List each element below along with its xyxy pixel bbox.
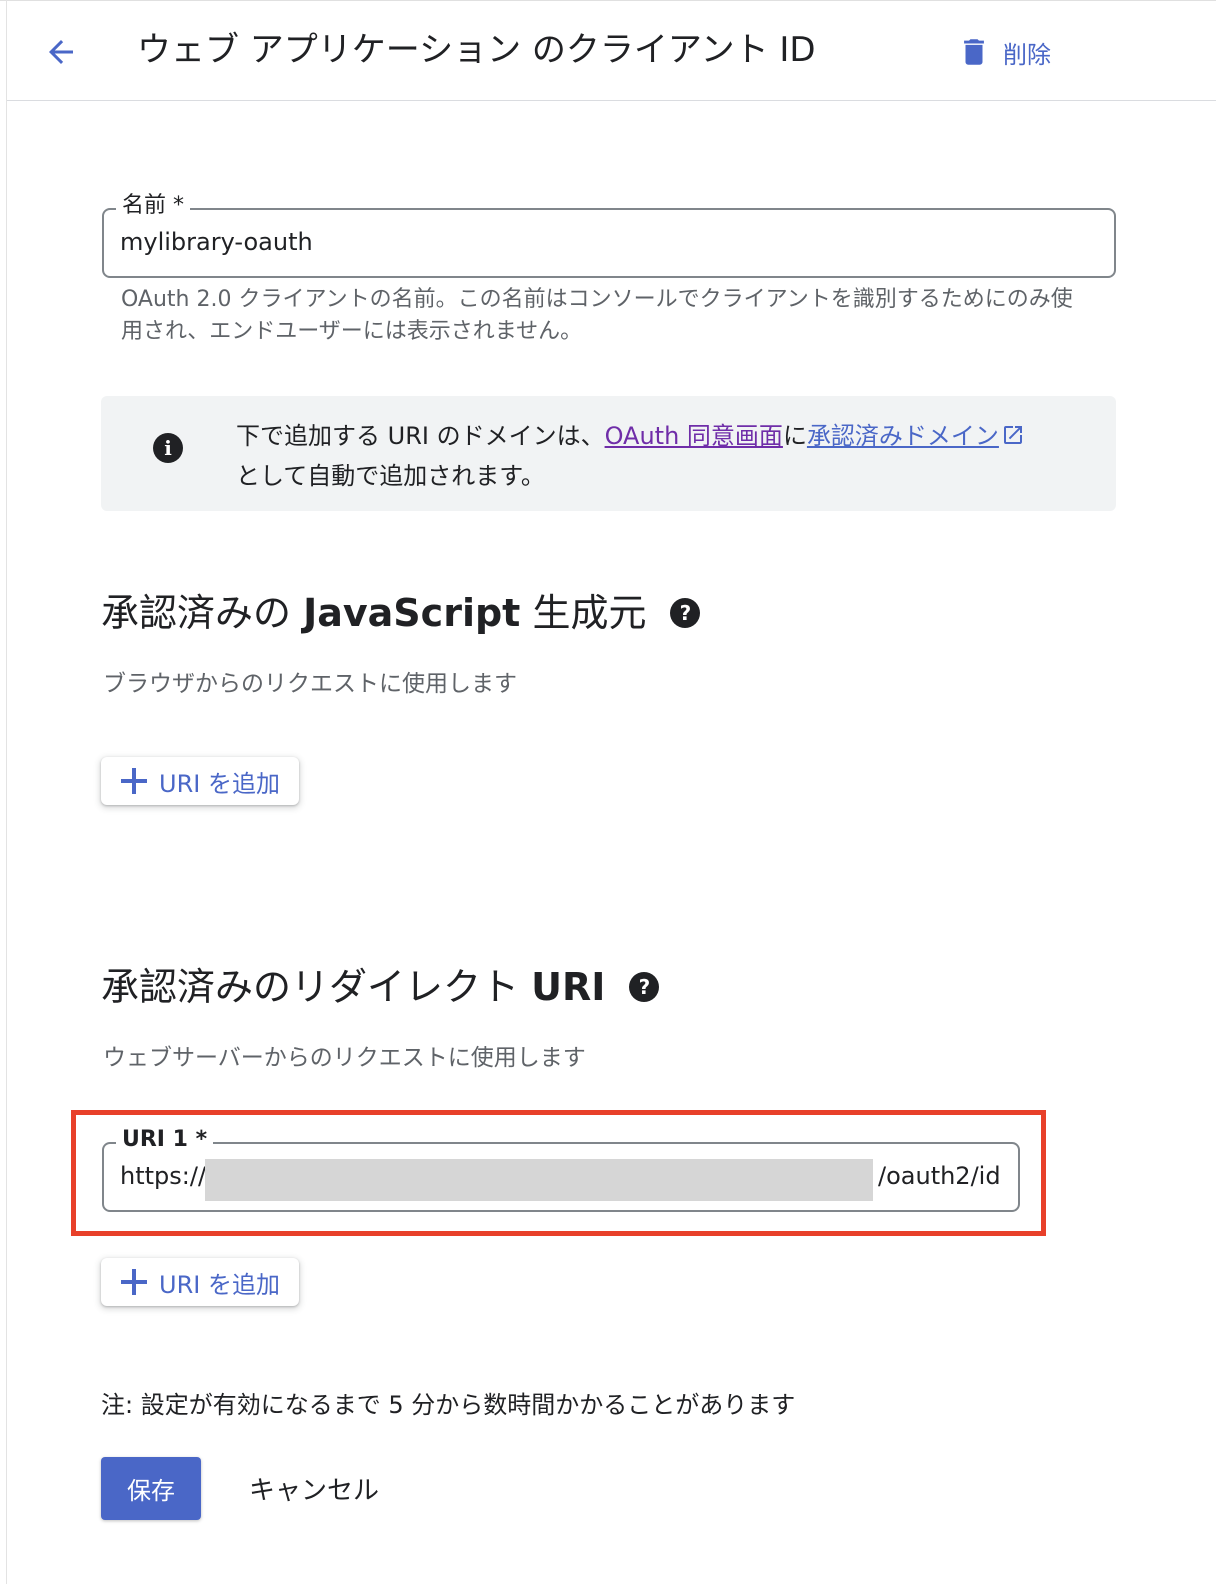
cancel-button[interactable]: キャンセル bbox=[237, 1457, 391, 1520]
js-origins-title-prefix: 承認済みの bbox=[101, 591, 292, 635]
propagation-note: 注: 設定が有効になるまで 5 分から数時間かかることがあります bbox=[101, 1391, 796, 1419]
delete-button[interactable]: 削除 bbox=[957, 30, 1051, 74]
name-field[interactable]: 名前 * mylibrary-oauth bbox=[102, 191, 1116, 278]
delete-label: 削除 bbox=[1003, 40, 1051, 69]
info-text-mid: に bbox=[782, 422, 807, 450]
redirect-uris-subtitle: ウェブサーバーからのリクエストに使用します bbox=[103, 1045, 586, 1071]
oauth-consent-link[interactable]: OAuth 同意画面 bbox=[605, 422, 783, 450]
uri-1-value-end: /oauth2/id bbox=[878, 1162, 1001, 1190]
redirect-uris-title-bold: URI bbox=[531, 965, 606, 1009]
add-js-origin-button[interactable]: URI を追加 bbox=[101, 757, 299, 805]
name-helper-text: OAuth 2.0 クライアントの名前。この名前はコンソールでクライアントを識別… bbox=[121, 287, 1073, 344]
js-origins-title-bold: JavaScript bbox=[303, 591, 521, 635]
info-icon: i bbox=[153, 433, 183, 463]
page-title: ウェブ アプリケーション のクライアント ID bbox=[137, 30, 816, 70]
name-field-label: 名前 * bbox=[116, 191, 190, 221]
save-button[interactable]: 保存 bbox=[101, 1457, 201, 1520]
add-js-origin-label: URI を追加 bbox=[159, 769, 280, 798]
page-header: ウェブ アプリケーション のクライアント ID 削除 bbox=[7, 0, 1216, 101]
add-redirect-uri-label: URI を追加 bbox=[159, 1270, 280, 1299]
uri-1-label: URI 1 * bbox=[116, 1125, 214, 1155]
help-icon[interactable]: ? bbox=[670, 598, 701, 628]
info-text-before: 下で追加する URI のドメインは、 bbox=[236, 422, 605, 450]
info-text: 下で追加する URI のドメインは、OAuth 同意画面に承認済みドメイン とし… bbox=[236, 416, 1096, 496]
redirect-uris-title-prefix: 承認済みのリダイレクト bbox=[101, 965, 520, 1009]
help-icon[interactable]: ? bbox=[629, 972, 660, 1002]
info-text-after: として自動で追加されます。 bbox=[236, 462, 545, 490]
redirect-uris-title: 承認済みのリダイレクト URI ? bbox=[101, 962, 660, 1012]
back-button[interactable] bbox=[37, 28, 85, 76]
add-redirect-uri-button[interactable]: URI を追加 bbox=[101, 1258, 299, 1306]
js-origins-subtitle: ブラウザからのリクエストに使用します bbox=[103, 671, 517, 697]
plus-icon bbox=[121, 768, 147, 794]
name-field-value: mylibrary-oauth bbox=[120, 228, 313, 256]
trash-icon bbox=[964, 39, 984, 65]
authorized-domains-label: 承認済みドメイン bbox=[806, 422, 999, 450]
redacted-region bbox=[205, 1159, 873, 1201]
arrow-left-icon bbox=[49, 40, 73, 64]
js-origins-title: 承認済みの JavaScript 生成元 ? bbox=[101, 588, 701, 638]
domain-info-banner: i 下で追加する URI のドメインは、OAuth 同意画面に承認済みドメイン … bbox=[101, 396, 1116, 511]
js-origins-title-suffix: 生成元 bbox=[532, 591, 647, 635]
authorized-domains-link[interactable]: 承認済みドメイン bbox=[807, 422, 999, 450]
uri-1-value-start: https:// bbox=[120, 1162, 207, 1190]
client-id-edit-page: ウェブ アプリケーション のクライアント ID 削除 名前 * mylibrar… bbox=[6, 0, 1216, 1584]
open-in-new-icon[interactable] bbox=[1001, 423, 1025, 447]
plus-icon bbox=[121, 1269, 147, 1295]
